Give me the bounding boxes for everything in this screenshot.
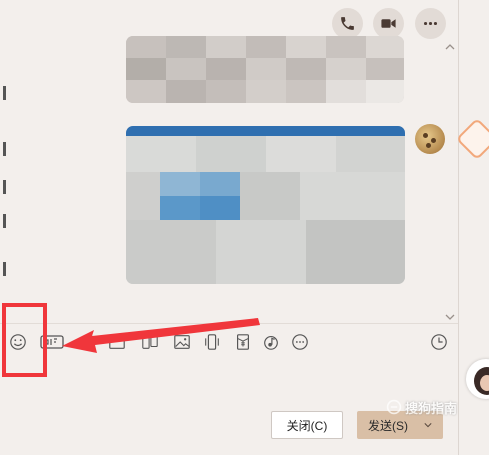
heart-decoration [455, 117, 489, 161]
music-icon [264, 336, 278, 350]
image-icon [174, 335, 190, 349]
left-edge-marks [0, 0, 10, 455]
contact-avatar[interactable] [415, 124, 445, 154]
watermark-text: 搜狗指南 [405, 400, 458, 416]
watermark-logo-icon [386, 399, 402, 415]
more-options-button[interactable] [415, 8, 446, 39]
annotation-highlight-box [2, 303, 47, 377]
clock-icon [431, 334, 447, 350]
chat-image-message-blurred[interactable] [126, 126, 405, 284]
send-image-button[interactable] [173, 333, 191, 351]
video-camera-icon [381, 19, 396, 28]
more-tools-button[interactable] [291, 333, 309, 351]
folder-icon [109, 335, 125, 349]
chevron-down-icon [423, 423, 432, 428]
scissors-icon [142, 335, 158, 349]
ellipsis-icon [423, 21, 438, 26]
scroll-up-icon[interactable] [444, 42, 456, 52]
red-packet-icon [237, 334, 249, 350]
toolbar-divider [0, 323, 458, 324]
watermark: 搜狗指南 [386, 397, 476, 417]
chat-message-blurred [126, 36, 404, 103]
music-button[interactable] [262, 333, 280, 351]
phone-button[interactable] [203, 333, 221, 351]
scroll-down-icon[interactable] [444, 312, 456, 322]
video-call-button[interactable] [373, 8, 404, 39]
paperclip-icon [81, 335, 94, 350]
right-panel-divider [458, 0, 459, 455]
profile-avatar[interactable] [466, 359, 489, 399]
close-button[interactable]: 关闭(C) [271, 411, 343, 439]
attach-button[interactable] [78, 333, 96, 351]
phone-icon [341, 17, 354, 30]
voice-call-button[interactable] [332, 8, 363, 39]
ellipsis-circle-icon [292, 334, 308, 350]
phone-vibrate-icon [205, 334, 219, 350]
message-history-button[interactable] [430, 333, 448, 351]
send-file-button[interactable] [108, 333, 126, 351]
red-packet-button[interactable] [234, 333, 252, 351]
screenshot-button[interactable] [141, 333, 159, 351]
